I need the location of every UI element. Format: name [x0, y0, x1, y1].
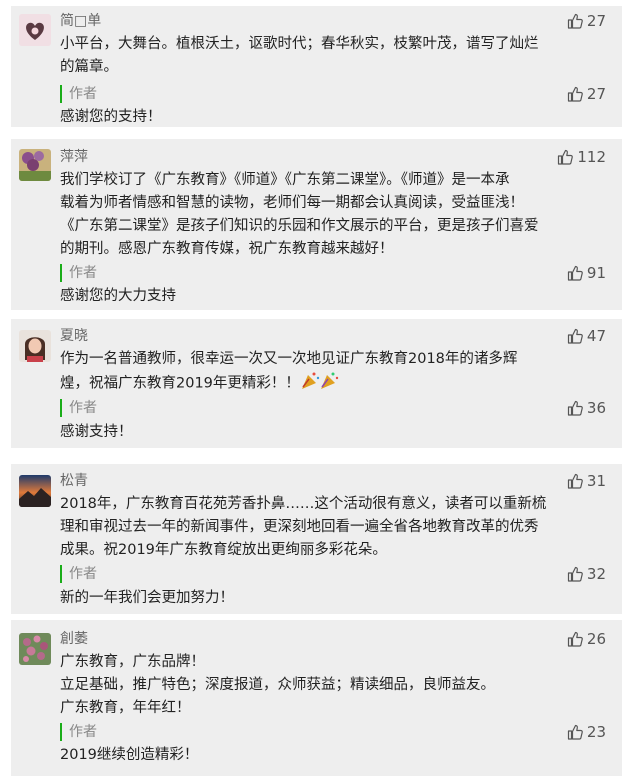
thumbs-up-icon: [567, 328, 583, 344]
thumbs-up-icon: [567, 400, 583, 416]
comment-body: 作为一名普通教师，很幸运一次又一次地见证广东教育2018年的诸多辉 煌，祝福广东…: [60, 348, 605, 396]
like-count: 26: [586, 630, 606, 648]
thumbs-up-icon: [567, 631, 583, 647]
comment-text: 广东教育，广东品牌！ 立足基础，推广特色；深度报道，众师获益；精读细品，良师益友…: [60, 654, 495, 716]
comment-text: 小平台，大舞台。植根沃土，讴歌时代；春华秋实，枝繁叶茂，谱写了灿烂 的篇章。: [60, 36, 539, 75]
avatar[interactable]: [19, 633, 51, 665]
party-popper-icon: [300, 371, 340, 395]
author-label: 作者: [60, 723, 97, 741]
thumbs-up-icon: [567, 265, 583, 281]
commenter-name: 简□单: [60, 13, 102, 29]
comment-text: 作为一名普通教师，很幸运一次又一次地见证广东教育2018年的诸多辉 煌，祝福广东…: [60, 351, 518, 392]
thumbs-up-icon: [567, 13, 583, 29]
author-reply-text: 2019继续创造精彩！: [60, 747, 199, 763]
like-button[interactable]: 26: [567, 630, 606, 648]
commenter-name: 夏晓: [60, 328, 88, 344]
reply-like-count: 23: [586, 723, 606, 741]
author-reply-text: 感谢您的大力支持: [60, 288, 176, 304]
like-count: 27: [586, 12, 606, 30]
comment-card: 創萎 26 广东教育，广东品牌！ 立足基础，推广特色；深度报道，众师获益；精读细…: [11, 620, 622, 776]
reply-like-count: 27: [586, 85, 606, 103]
comment-card: 夏晓 47 作为一名普通教师，很幸运一次又一次地见证广东教育2018年的诸多辉 …: [11, 319, 622, 448]
like-count: 31: [586, 472, 606, 490]
author-label: 作者: [60, 565, 97, 583]
reply-like-button[interactable]: 32: [567, 565, 606, 583]
reply-like-button[interactable]: 91: [567, 264, 606, 282]
comment-text: 我们学校订了《广东教育》《师道》《广东第二课堂》。《师道》是一本承 载着为师者情…: [60, 172, 539, 257]
author-reply-text: 感谢您的支持！: [60, 109, 162, 125]
reply-like-button[interactable]: 36: [567, 399, 606, 417]
commenter-name: 創萎: [60, 631, 88, 647]
commenter-name: 松青: [60, 473, 88, 489]
like-button[interactable]: 47: [567, 327, 606, 345]
thumbs-up-icon: [558, 149, 574, 165]
comment-card: 松青 31 2018年，广东教育百花苑芳香扑鼻……这个活动很有意义，读者可以重新…: [11, 464, 622, 614]
reply-like-button[interactable]: 27: [567, 85, 606, 103]
author-reply-text: 新的一年我们会更加努力！: [60, 590, 234, 606]
like-button[interactable]: 31: [567, 472, 606, 490]
avatar[interactable]: [19, 330, 51, 362]
like-button[interactable]: 112: [557, 148, 606, 166]
like-button[interactable]: 27: [567, 12, 606, 30]
author-label: 作者: [60, 399, 97, 417]
avatar[interactable]: [19, 14, 51, 46]
avatar[interactable]: [19, 149, 51, 181]
reply-like-count: 36: [586, 399, 606, 417]
author-label: 作者: [60, 264, 97, 282]
like-count: 47: [586, 327, 606, 345]
reply-like-button[interactable]: 23: [567, 723, 606, 741]
comment-card: 萍萍 112 我们学校订了《广东教育》《师道》《广东第二课堂》。《师道》是一本承…: [11, 139, 622, 310]
thumbs-up-icon: [567, 473, 583, 489]
thumbs-up-icon: [567, 566, 583, 582]
avatar[interactable]: [19, 475, 51, 507]
reply-like-count: 32: [586, 565, 606, 583]
thumbs-up-icon: [567, 86, 583, 102]
commenter-name: 萍萍: [60, 149, 88, 165]
author-label: 作者: [60, 85, 97, 103]
reply-like-count: 91: [586, 264, 606, 282]
author-reply-text: 感谢支持！: [60, 424, 133, 440]
thumbs-up-icon: [567, 724, 583, 740]
comment-card: 简□单 27 小平台，大舞台。植根沃土，讴歌时代；春华秋实，枝繁叶茂，谱写了灿烂…: [11, 6, 622, 127]
like-count: 112: [577, 148, 606, 166]
comment-text: 2018年，广东教育百花苑芳香扑鼻……这个活动很有意义，读者可以重新梳 理和审视…: [60, 496, 547, 558]
